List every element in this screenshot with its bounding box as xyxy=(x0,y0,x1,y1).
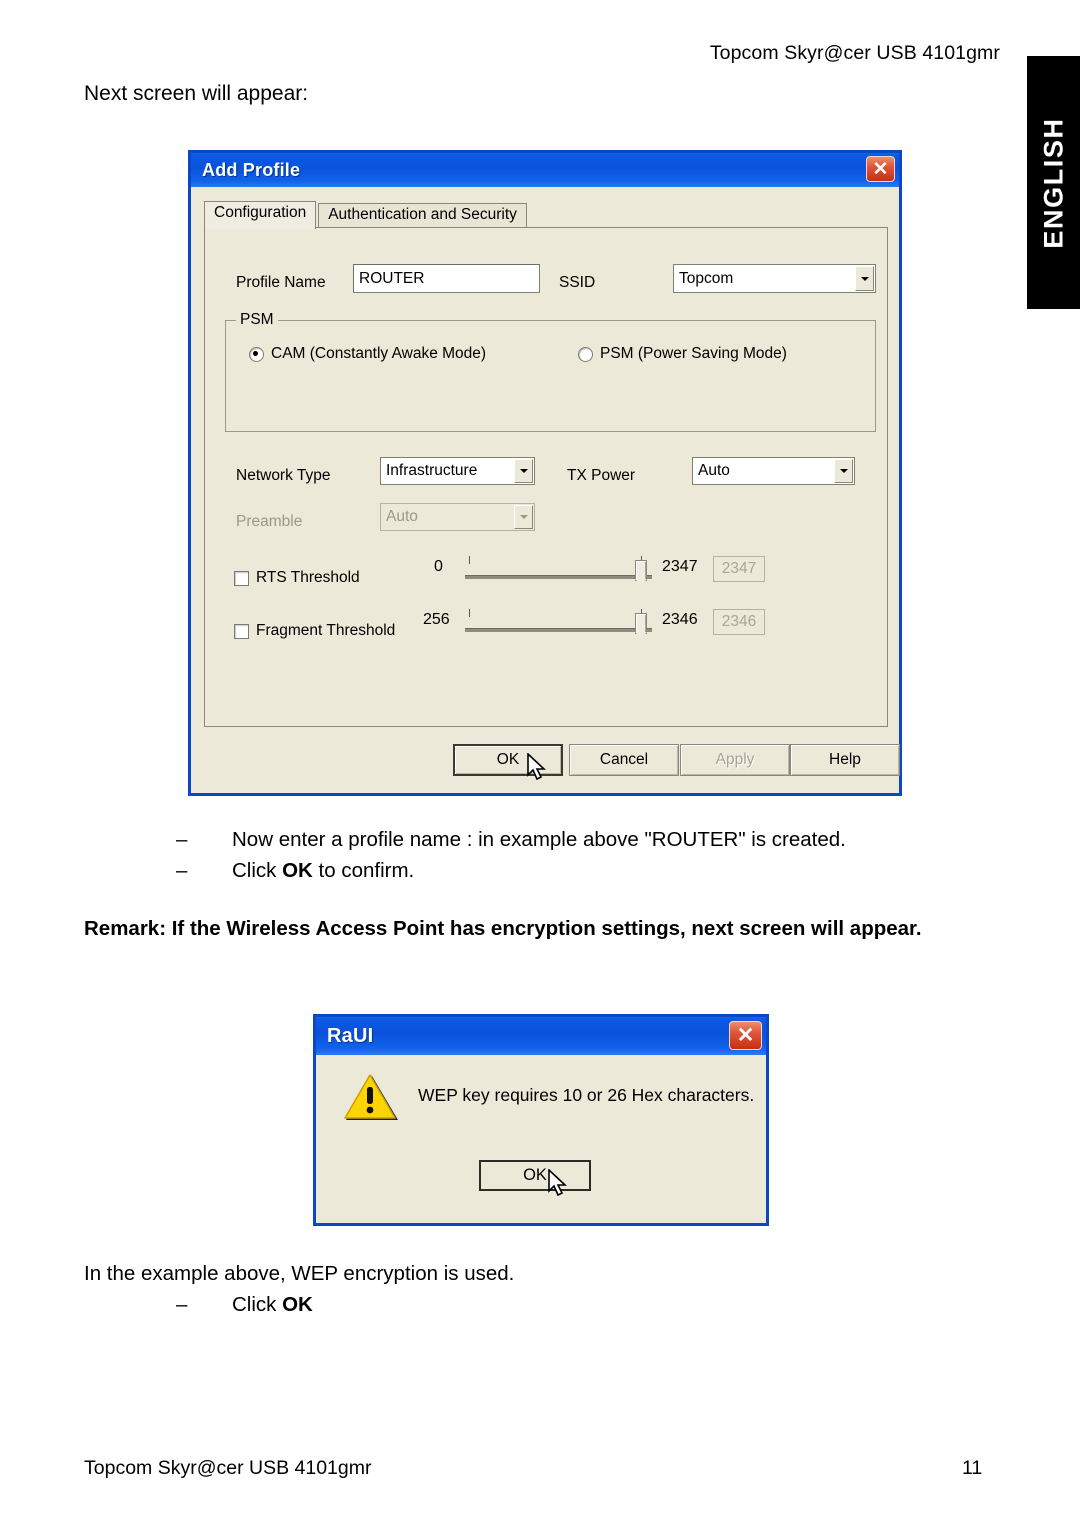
closing-line-2-text: Click OK xyxy=(232,1289,313,1320)
preamble-value: Auto xyxy=(386,508,418,525)
preamble-label: Preamble xyxy=(236,513,303,530)
tab-authentication-and-security-label: Authentication and Security xyxy=(328,206,517,223)
raui-titlebar: RaUI ✕ xyxy=(316,1017,766,1055)
mouse-cursor xyxy=(527,752,549,783)
tab-authentication-and-security[interactable]: Authentication and Security xyxy=(318,203,527,229)
footer-left: Topcom Skyr@cer USB 4101gmr xyxy=(84,1457,372,1479)
list-item: – Click OK to confirm. xyxy=(176,855,846,886)
slider-tick-min xyxy=(469,609,470,617)
rts-threshold-value: 2347 xyxy=(713,556,765,582)
rts-threshold-slider[interactable] xyxy=(465,555,652,587)
tabstrip: Configuration Authentication and Securit… xyxy=(204,201,527,229)
closing-text: In the example above, WEP encryption is … xyxy=(84,1258,514,1320)
bullet-text-2-post: to confirm. xyxy=(312,859,415,882)
network-type-value: Infrastructure xyxy=(386,462,478,479)
radio-psm-label: PSM (Power Saving Mode) xyxy=(600,345,787,362)
cancel-button[interactable]: Cancel xyxy=(569,744,679,776)
apply-button: Apply xyxy=(680,744,790,776)
list-item: – Now enter a profile name : in example … xyxy=(176,824,846,855)
help-button: Help xyxy=(790,744,900,776)
chevron-down-icon[interactable] xyxy=(855,266,874,291)
radio-cam[interactable]: CAM (Constantly Awake Mode) xyxy=(249,345,486,363)
add-profile-dialog: Add Profile ✕ Configuration Authenticati… xyxy=(188,150,902,796)
slider-thumb[interactable] xyxy=(635,613,647,638)
tab-configuration[interactable]: Configuration xyxy=(204,201,317,229)
close-icon[interactable]: ✕ xyxy=(729,1021,762,1050)
slider-track xyxy=(465,628,652,632)
radio-cam-label: CAM (Constantly Awake Mode) xyxy=(271,345,487,362)
fragment-threshold-checkbox[interactable]: Fragment Threshold xyxy=(234,622,395,640)
slider-thumb[interactable] xyxy=(635,560,647,585)
radio-cam-dot xyxy=(249,346,264,362)
tx-power-label: TX Power xyxy=(567,467,636,484)
fragment-threshold-min: 256 xyxy=(423,611,450,628)
raui-title: RaUI xyxy=(327,1024,374,1047)
radio-psm-dot xyxy=(578,346,593,362)
chevron-down-icon xyxy=(514,505,533,529)
bullet-dash: – xyxy=(176,859,188,882)
fragment-threshold-value: 2346 xyxy=(713,609,765,635)
bullet-dash: – xyxy=(176,828,188,851)
raui-ok-button[interactable]: OK xyxy=(479,1160,591,1191)
bullet-text-2-pre: Click xyxy=(232,859,283,882)
checkbox-box xyxy=(234,570,249,586)
preamble-combo: Auto xyxy=(380,503,535,531)
bullet-list: – Now enter a profile name : in example … xyxy=(176,824,846,886)
fragment-threshold-max: 2346 xyxy=(662,611,698,628)
rts-threshold-checkbox[interactable]: RTS Threshold xyxy=(234,569,360,587)
network-type-label: Network Type xyxy=(236,467,331,484)
tx-power-combo[interactable]: Auto xyxy=(692,457,855,485)
language-tab-english: ENGLISH xyxy=(1027,56,1080,309)
ssid-combo[interactable]: Topcom xyxy=(673,264,876,293)
raui-dialog: RaUI ✕ WEP key requires 10 or 26 Hex cha… xyxy=(313,1014,769,1226)
chevron-down-icon[interactable] xyxy=(834,459,853,483)
ssid-value: Topcom xyxy=(679,269,734,287)
warning-triangle-icon xyxy=(344,1073,400,1123)
intro-text: Next screen will appear: xyxy=(84,82,309,105)
configuration-tab-panel: Profile Name ROUTER SSID Topcom PSM CAM … xyxy=(204,227,888,727)
closing-line-2: – Click OK xyxy=(176,1289,514,1320)
network-type-combo[interactable]: Infrastructure xyxy=(380,457,535,485)
page-header-right: Topcom Skyr@cer USB 4101gmr xyxy=(709,42,1000,64)
bullet-text-2-bold: OK xyxy=(282,859,313,882)
psm-group-title: PSM xyxy=(236,311,278,329)
psm-groupbox: PSM CAM (Constantly Awake Mode) PSM (Pow… xyxy=(225,311,876,432)
fragment-threshold-label: Fragment Threshold xyxy=(256,622,396,639)
footer-page-number: 11 xyxy=(962,1457,983,1479)
mouse-cursor xyxy=(548,1168,570,1199)
bullet-text-1: Now enter a profile name : in example ab… xyxy=(232,828,846,851)
tx-power-value: Auto xyxy=(698,462,730,479)
language-tab-label: ENGLISH xyxy=(1038,116,1068,249)
rts-threshold-max: 2347 xyxy=(662,558,698,575)
fragment-threshold-slider[interactable] xyxy=(465,608,652,640)
slider-track xyxy=(465,575,652,579)
add-profile-titlebar: Add Profile ✕ xyxy=(191,153,899,187)
raui-message: WEP key requires 10 or 26 Hex characters… xyxy=(418,1085,755,1105)
chevron-down-icon[interactable] xyxy=(514,459,533,483)
rts-threshold-label: RTS Threshold xyxy=(256,569,360,586)
rts-threshold-min: 0 xyxy=(434,558,443,575)
bullet-dash: – xyxy=(176,1293,188,1316)
checkbox-box xyxy=(234,623,249,639)
bullet-text-2: Click OK to confirm. xyxy=(232,855,414,886)
ssid-label: SSID xyxy=(559,274,596,291)
profile-name-input[interactable]: ROUTER xyxy=(353,264,540,293)
profile-name-label: Profile Name xyxy=(236,274,326,291)
slider-tick-min xyxy=(469,556,470,564)
remark-paragraph: Remark: If the Wireless Access Point has… xyxy=(84,917,922,940)
closing-line-1: In the example above, WEP encryption is … xyxy=(84,1262,515,1285)
closing-line-2-bold: OK xyxy=(282,1293,313,1316)
close-icon[interactable]: ✕ xyxy=(866,156,895,182)
add-profile-title: Add Profile xyxy=(202,159,301,180)
closing-line-2-pre: Click xyxy=(232,1293,283,1316)
radio-psm[interactable]: PSM (Power Saving Mode) xyxy=(578,345,787,363)
tab-configuration-label: Configuration xyxy=(214,204,307,221)
